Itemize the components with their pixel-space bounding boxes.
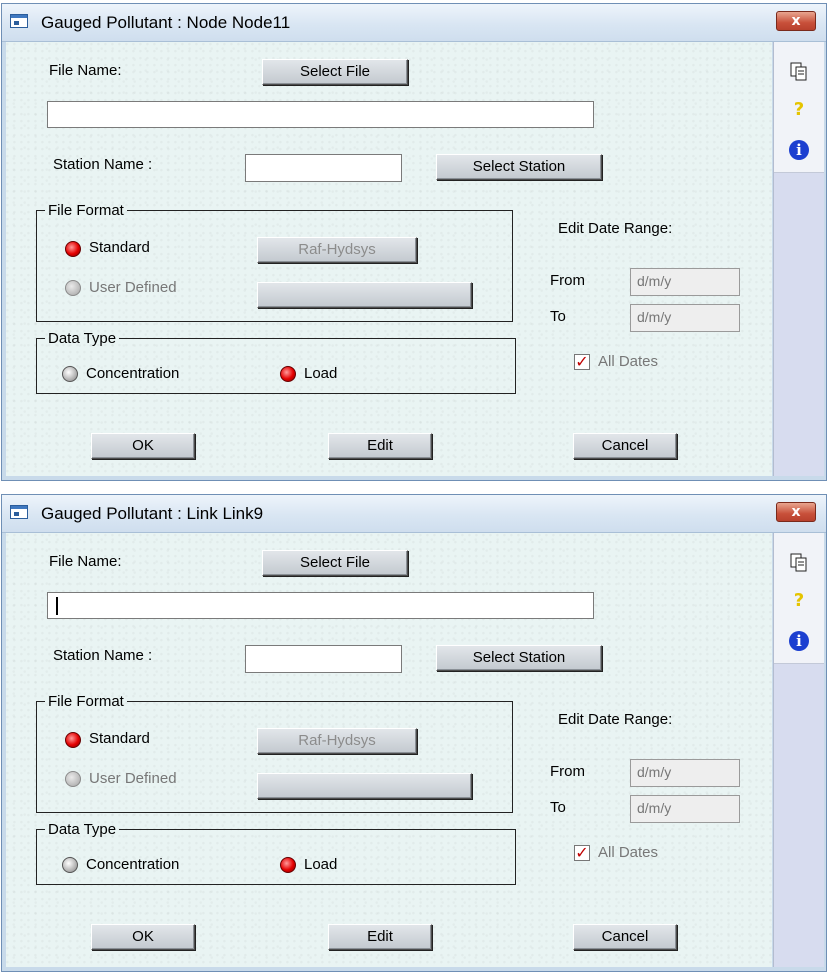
concentration-label: Concentration [86,365,180,382]
data-type-legend: Data Type [48,330,117,347]
dialog-link-link9: Gauged Pollutant : Link Link9 x File Nam… [1,494,827,972]
to-label: To [550,308,566,325]
to-date-field[interactable]: d/m/y [630,795,740,823]
file-name-label: File Name: [49,553,122,570]
dialog-body: File Name: Select File Station Name : Se… [6,42,772,476]
standard-label: Standard [89,730,150,747]
station-name-label: Station Name : [53,647,153,664]
edit-button[interactable]: Edit [328,433,432,459]
load-label: Load [304,856,338,873]
station-name-field[interactable] [245,645,402,673]
file-name-label: File Name: [49,62,122,79]
standard-format-button[interactable]: Raf-Hydsys [257,237,417,263]
dialog-body: File Name: Select File Station Name : Se… [6,533,772,967]
all-dates-label: All Dates [598,353,659,370]
concentration-radio[interactable] [62,366,78,382]
copy-icon[interactable] [774,62,824,86]
file-format-legend: File Format [48,202,124,219]
help-icon[interactable]: ? [774,590,824,611]
cancel-button[interactable]: Cancel [573,924,677,950]
user-defined-format-button[interactable] [257,282,472,308]
all-dates-checkbox[interactable]: ✓ [574,354,590,370]
ok-button[interactable]: OK [91,433,195,459]
side-toolbar: ? i [773,42,824,476]
select-station-button[interactable]: Select Station [436,645,602,671]
concentration-radio[interactable] [62,857,78,873]
window-title: Gauged Pollutant : Node Node11 [41,13,291,32]
copy-icon[interactable] [774,553,824,577]
help-icon[interactable]: ? [774,99,824,120]
station-name-label: Station Name : [53,156,153,173]
select-station-button[interactable]: Select Station [436,154,602,180]
dialog-node-node11: Gauged Pollutant : Node Node11 x File Na… [1,3,827,481]
select-file-button[interactable]: Select File [262,550,408,576]
text-caret [56,597,58,615]
edit-date-range-label: Edit Date Range: [558,711,673,728]
user-defined-format-button[interactable] [257,773,472,799]
station-name-field[interactable] [245,154,402,182]
file-path-field[interactable] [47,592,594,619]
all-dates-checkbox[interactable]: ✓ [574,845,590,861]
window-title: Gauged Pollutant : Link Link9 [41,504,264,523]
standard-label: Standard [89,239,150,256]
data-type-legend: Data Type [48,821,117,838]
file-format-legend: File Format [48,693,124,710]
from-label: From [550,763,585,780]
user-defined-label: User Defined [89,279,177,296]
from-date-field[interactable]: d/m/y [630,759,740,787]
user-defined-radio[interactable] [65,280,81,296]
user-defined-label: User Defined [89,770,177,787]
edit-button[interactable]: Edit [328,924,432,950]
from-label: From [550,272,585,289]
title-bar[interactable]: Gauged Pollutant : Node Node11 x [2,4,826,42]
standard-radio[interactable] [65,241,81,257]
info-icon[interactable]: i [789,140,809,160]
all-dates-label: All Dates [598,844,659,861]
load-label: Load [304,365,338,382]
data-type-group: Data Type [36,821,516,885]
select-file-button[interactable]: Select File [262,59,408,85]
standard-radio[interactable] [65,732,81,748]
window-app-icon [10,505,28,519]
close-button[interactable]: x [776,11,816,31]
user-defined-radio[interactable] [65,771,81,787]
load-radio[interactable] [280,857,296,873]
cancel-button[interactable]: Cancel [573,433,677,459]
standard-format-button[interactable]: Raf-Hydsys [257,728,417,754]
to-date-field[interactable]: d/m/y [630,304,740,332]
edit-date-range-label: Edit Date Range: [558,220,673,237]
window-app-icon [10,14,28,28]
info-icon[interactable]: i [789,631,809,651]
side-toolbar: ? i [773,533,824,967]
from-date-field[interactable]: d/m/y [630,268,740,296]
load-radio[interactable] [280,366,296,382]
file-path-field[interactable] [47,101,594,128]
close-button[interactable]: x [776,502,816,522]
ok-button[interactable]: OK [91,924,195,950]
title-bar[interactable]: Gauged Pollutant : Link Link9 x [2,495,826,533]
data-type-group: Data Type [36,330,516,394]
to-label: To [550,799,566,816]
concentration-label: Concentration [86,856,180,873]
